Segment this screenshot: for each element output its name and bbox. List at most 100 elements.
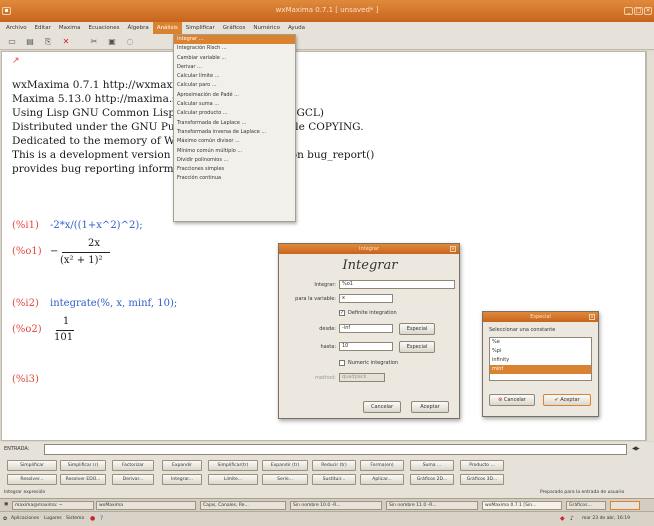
menu-archivo[interactable]: Archivo bbox=[2, 22, 31, 34]
vertical-scrollbar[interactable] bbox=[646, 51, 654, 441]
cut-icon[interactable]: ✂ bbox=[88, 36, 100, 47]
menu-item[interactable]: Calcular límite ... bbox=[174, 72, 295, 81]
menu-maxima[interactable]: Maxima bbox=[55, 22, 85, 34]
show-desktop-icon[interactable]: ▣ bbox=[2, 501, 8, 510]
menu-item[interactable]: Calcular paro ... bbox=[174, 81, 295, 90]
list-item[interactable]: infinity bbox=[490, 356, 591, 365]
method-select[interactable]: quadpack bbox=[339, 373, 385, 382]
command-input[interactable] bbox=[44, 444, 627, 455]
menu-sistema[interactable]: Sistema bbox=[66, 516, 84, 521]
menu-item[interactable]: Transformada inversa de Laplace ... bbox=[174, 128, 295, 137]
panel-button[interactable]: Reducir (tr) bbox=[312, 460, 356, 471]
open-icon[interactable]: ▭ bbox=[6, 36, 18, 47]
panel-button[interactable]: Aplicar... bbox=[360, 474, 404, 485]
constant-list[interactable]: %e %pi infinity minf bbox=[489, 337, 592, 381]
menu-ayuda[interactable]: Ayuda bbox=[284, 22, 309, 34]
history-icon[interactable]: ◀▸ bbox=[632, 445, 640, 452]
close-icon[interactable]: × bbox=[589, 314, 595, 320]
maximize-icon[interactable]: □ bbox=[634, 7, 643, 15]
panel-button[interactable]: Serie... bbox=[262, 474, 308, 485]
menu-item[interactable]: Fracción continua bbox=[174, 174, 295, 183]
from-special-button[interactable]: Especial bbox=[399, 323, 435, 335]
panel-button[interactable]: Sustituir... bbox=[312, 474, 356, 485]
menu-item[interactable]: Transformada de Laplace ... bbox=[174, 119, 295, 128]
list-item[interactable]: %e bbox=[490, 338, 591, 347]
volume-icon[interactable]: ♪ bbox=[570, 515, 574, 522]
menu-item[interactable]: Fracciones simples bbox=[174, 165, 295, 174]
menu-analisis[interactable]: Análisis bbox=[152, 22, 182, 34]
menu-item[interactable]: Dividir polinomios ... bbox=[174, 156, 295, 165]
menu-item[interactable]: Cambiar variable ... bbox=[174, 54, 295, 63]
delete-icon[interactable]: ✕ bbox=[60, 36, 72, 47]
menu-item[interactable]: Máximo común divisor ... bbox=[174, 137, 295, 146]
variable-input[interactable]: x bbox=[339, 294, 393, 303]
clear-icon[interactable]: ◌ bbox=[124, 36, 136, 47]
copy-icon[interactable]: ⎘ bbox=[42, 36, 54, 47]
panel-button[interactable]: Suma ... bbox=[410, 460, 454, 471]
minimize-icon[interactable]: _ bbox=[624, 7, 633, 15]
input-cell[interactable]: -2*x/((1+x^2)^2); bbox=[50, 220, 143, 231]
panel-button[interactable]: Límite... bbox=[208, 474, 258, 485]
menu-aplicaciones[interactable]: Aplicaciones bbox=[11, 516, 39, 521]
panel-button[interactable]: Resolver... bbox=[7, 474, 57, 485]
task-button[interactable]: Cajas, Canales, Re... bbox=[200, 501, 286, 510]
panel-button[interactable]: Factorizar bbox=[112, 460, 154, 471]
panel-button[interactable]: Gráficos 2D... bbox=[410, 474, 454, 485]
panel-button[interactable]: Simplificar bbox=[7, 460, 57, 471]
panel-button[interactable]: Simplificar (r) bbox=[60, 460, 106, 471]
menu-item[interactable]: Integración Risch ... bbox=[174, 44, 295, 53]
workspace-switcher[interactable] bbox=[610, 501, 640, 510]
cancel-button[interactable]: ⊗ Cancelar bbox=[489, 394, 535, 406]
from-input[interactable]: -inf bbox=[339, 324, 393, 333]
menu-lugares[interactable]: Lugares bbox=[44, 516, 62, 521]
close-icon[interactable]: × bbox=[644, 7, 652, 15]
to-input[interactable]: 10 bbox=[339, 342, 393, 351]
definite-checkbox[interactable]: ✓ bbox=[339, 310, 345, 316]
task-button[interactable]: Sin nombre 10.0 -R... bbox=[290, 501, 382, 510]
cancel-button[interactable]: Cancelar bbox=[363, 401, 401, 413]
numeric-checkbox[interactable] bbox=[339, 360, 345, 366]
apps-icon[interactable]: ✿ bbox=[3, 516, 7, 522]
accept-button[interactable]: Aceptar bbox=[411, 401, 449, 413]
to-special-button[interactable]: Especial bbox=[399, 341, 435, 353]
list-item[interactable]: %pi bbox=[490, 347, 591, 356]
panel-button[interactable]: Simplificar(tr) bbox=[208, 460, 258, 471]
help-icon[interactable]: ? bbox=[100, 515, 103, 522]
cell-label: (%o1) bbox=[12, 246, 42, 257]
menu-item[interactable]: Calcular producto ... bbox=[174, 109, 295, 118]
integrand-input[interactable]: %o1 bbox=[339, 280, 455, 289]
task-button[interactable]: wxMaxima bbox=[96, 501, 196, 510]
panel-button[interactable]: Derivar... bbox=[112, 474, 154, 485]
task-button[interactable]: Gráficos... bbox=[566, 501, 606, 510]
menu-graficos[interactable]: Gráficos bbox=[219, 22, 250, 34]
menu-item-integrar[interactable]: Integrar ... bbox=[174, 35, 295, 45]
window-menu-icon[interactable]: ▪ bbox=[2, 7, 11, 15]
panel-button[interactable]: Resolver EDO... bbox=[60, 474, 106, 485]
list-item-selected[interactable]: minf bbox=[490, 365, 591, 374]
task-button[interactable]: Sin nombre 11.0 -R... bbox=[386, 501, 478, 510]
menu-item[interactable]: Aproximación de Padé ... bbox=[174, 91, 295, 100]
menu-ecuaciones[interactable]: Ecuaciones bbox=[85, 22, 124, 34]
menu-item[interactable]: Derivar ... bbox=[174, 63, 295, 72]
panel-button[interactable]: Integrar... bbox=[162, 474, 202, 485]
accept-button[interactable]: ✔ Aceptar bbox=[543, 394, 591, 406]
close-icon[interactable]: × bbox=[450, 246, 456, 252]
input-cell[interactable]: integrate(%, x, minf, 10); bbox=[50, 298, 177, 309]
menu-simplificar[interactable]: Simplificar bbox=[182, 22, 219, 34]
menu-algebra[interactable]: Álgebra bbox=[124, 22, 153, 34]
menu-item[interactable]: Calcular suma ... bbox=[174, 100, 295, 109]
menu-numerico[interactable]: Numérico bbox=[249, 22, 284, 34]
menu-editar[interactable]: Editar bbox=[31, 22, 55, 34]
panel-button[interactable]: Expandir bbox=[162, 460, 202, 471]
save-icon[interactable]: ▤ bbox=[24, 36, 36, 47]
task-button-active[interactable]: wxMaxima 0.7.1 [Sin... bbox=[482, 501, 562, 510]
firefox-icon[interactable]: ● bbox=[90, 515, 95, 522]
panel-button[interactable]: Expandir (tr) bbox=[262, 460, 308, 471]
clock[interactable]: mar 23 de abr, 16:19 bbox=[582, 516, 630, 521]
menu-item[interactable]: Mínimo común múltiplo ... bbox=[174, 147, 295, 156]
task-button[interactable]: maxima@maxima: ~ bbox=[12, 501, 94, 510]
paste-icon[interactable]: ▣ bbox=[106, 36, 118, 47]
panel-button[interactable]: Gráficos 3D... bbox=[460, 474, 504, 485]
panel-button[interactable]: Forma(en) bbox=[360, 460, 404, 471]
panel-button[interactable]: Producto ... bbox=[460, 460, 504, 471]
